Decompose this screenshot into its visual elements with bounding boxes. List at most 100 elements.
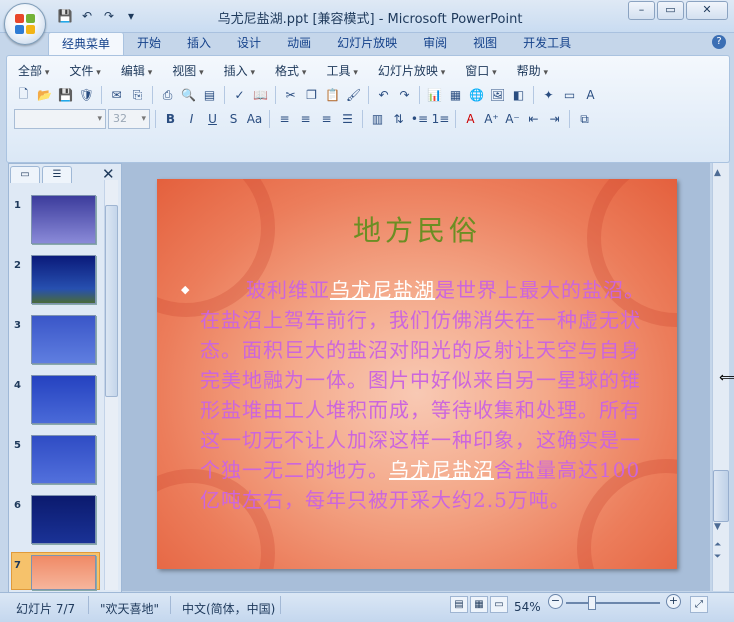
tab-home[interactable]: 开始 [124, 32, 174, 54]
copy-icon[interactable]: ❐ [302, 86, 321, 105]
office-button[interactable] [4, 3, 46, 45]
scroll-up-icon[interactable]: ▲ [714, 168, 721, 178]
hyperlink-uyuni-salt-flat[interactable]: 乌尤尼盐沼 [389, 458, 494, 482]
increase-indent-icon[interactable]: ⇥ [545, 110, 564, 129]
menu-edit[interactable]: 编辑 [111, 62, 162, 80]
hyperlink-icon[interactable]: 🌐 [467, 86, 486, 105]
customize-icon[interactable]: ▾ [122, 7, 140, 25]
save-icon[interactable]: 💾 [56, 86, 75, 105]
decrease-indent-icon[interactable]: ⇤ [524, 110, 543, 129]
language-indicator[interactable]: 中文(简体，中国) [182, 600, 275, 617]
color-grayscale-icon[interactable]: ◧ [509, 86, 528, 105]
redo-icon[interactable]: ↷ [395, 86, 414, 105]
shadow-icon[interactable]: S [224, 110, 243, 129]
maximize-button[interactable]: ▭ [657, 1, 684, 20]
help-icon[interactable]: ? [712, 35, 726, 49]
outline-tab-icon[interactable]: ☰ [42, 166, 72, 183]
menu-tools[interactable]: 工具 [316, 62, 367, 80]
tab-classic-menu[interactable]: 经典菜单 [48, 32, 125, 55]
print-preview-icon[interactable]: 🔍 [179, 86, 198, 105]
change-case-icon[interactable]: Aa [245, 110, 264, 129]
font-color-icon[interactable]: A [461, 110, 480, 129]
tab-animation[interactable]: 动画 [274, 32, 324, 54]
text-direction-icon[interactable]: ⇅ [389, 110, 408, 129]
research-icon[interactable]: 📖 [251, 86, 270, 105]
bold-icon[interactable]: B [161, 110, 180, 129]
slides-tab-icon[interactable]: ▭ [10, 166, 40, 183]
tab-review[interactable]: 审阅 [410, 32, 460, 54]
undo-icon[interactable]: ↶ [78, 7, 96, 25]
tab-design[interactable]: 设计 [224, 32, 274, 54]
underline-icon[interactable]: U [203, 110, 222, 129]
menu-all[interactable]: 全部 [8, 62, 59, 80]
menu-format[interactable]: 格式 [265, 62, 316, 80]
paste-icon[interactable]: 📋 [323, 86, 342, 105]
justify-icon[interactable]: ☰ [338, 110, 357, 129]
slide-title[interactable]: 地方民俗 [157, 209, 677, 249]
zoom-slider-knob[interactable] [588, 596, 596, 610]
chart-icon[interactable]: 📊 [425, 86, 444, 105]
tab-insert[interactable]: 插入 [174, 32, 224, 54]
menu-window[interactable]: 窗口 [455, 62, 506, 80]
vertical-scroll-thumb[interactable] [713, 470, 729, 522]
redo-icon[interactable]: ↷ [100, 7, 118, 25]
align-center-icon[interactable]: ≡ [296, 110, 315, 129]
zoom-slider[interactable] [566, 602, 660, 604]
next-slide-icon[interactable]: ⏷ [714, 552, 721, 562]
slide-canvas[interactable]: 地方民俗 ◆ 玻利维亚乌尤尼盐湖是世界上最大的盐沼。在盐沼上驾车前行，我们仿佛消… [157, 179, 677, 569]
bullets-icon[interactable]: •≡ [410, 110, 429, 129]
slide-body-text[interactable]: 玻利维亚乌尤尼盐湖是世界上最大的盐沼。在盐沼上驾车前行，我们仿佛消失在一种虚无状… [200, 275, 648, 515]
slide-thumbnail-2[interactable] [31, 255, 96, 304]
textbox-icon[interactable]: A [581, 86, 600, 105]
tab-developer[interactable]: 开发工具 [510, 32, 584, 54]
menu-view[interactable]: 视图 [162, 62, 213, 80]
close-button[interactable]: ✕ [686, 1, 728, 20]
pane-scroll-thumb[interactable] [105, 205, 118, 397]
format-painter-icon[interactable]: 🖌 [344, 86, 363, 105]
undo-icon[interactable]: ↶ [374, 86, 393, 105]
hyperlink-uyuni-lake[interactable]: 乌尤尼盐湖 [330, 278, 435, 302]
shrink-font-icon[interactable]: A⁻ [503, 110, 522, 129]
zoom-in-icon[interactable]: + [666, 594, 681, 609]
numbering-icon[interactable]: 1≡ [431, 110, 450, 129]
save-icon[interactable]: 💾 [56, 7, 74, 25]
align-left-icon[interactable]: ≡ [275, 110, 294, 129]
picture-icon[interactable]: 🖼 [488, 86, 507, 105]
italic-icon[interactable]: I [182, 110, 201, 129]
tab-view[interactable]: 视图 [460, 32, 510, 54]
menu-file[interactable]: 文件 [59, 62, 110, 80]
arrange-icon[interactable]: ⧉ [575, 110, 594, 129]
layout-icon[interactable]: ▭ [560, 86, 579, 105]
theme-name[interactable]: "欢天喜地" [100, 600, 159, 617]
zoom-out-icon[interactable]: − [548, 594, 563, 609]
align-right-icon[interactable]: ≡ [317, 110, 336, 129]
normal-view-icon[interactable]: ▤ [450, 596, 468, 613]
menu-insert[interactable]: 插入 [214, 62, 265, 80]
zoom-level[interactable]: 54% [514, 600, 541, 614]
minimize-button[interactable]: – [628, 1, 655, 20]
tab-slideshow[interactable]: 幻灯片放映 [324, 32, 410, 54]
slide-thumbnail-1[interactable] [31, 195, 96, 244]
open-icon[interactable]: 📂 [35, 86, 54, 105]
new-icon[interactable]: 🗋 [14, 86, 33, 105]
slide-thumbnail-5[interactable] [31, 435, 96, 484]
new-slide-icon[interactable]: ✦ [539, 86, 558, 105]
email-icon[interactable]: ✉ [107, 86, 126, 105]
previous-slide-icon[interactable]: ⏶ [714, 540, 721, 550]
menu-help[interactable]: 帮助 [507, 62, 558, 80]
spelling-icon[interactable]: ✓ [230, 86, 249, 105]
slide-thumbnail-6[interactable] [31, 495, 96, 544]
permission-icon[interactable]: 🛡 [77, 86, 96, 105]
print-icon[interactable]: ⎙ [158, 86, 177, 105]
grow-font-icon[interactable]: A⁺ [482, 110, 501, 129]
font-name-combo[interactable] [14, 109, 106, 129]
scroll-down-icon[interactable]: ▼ [714, 522, 721, 532]
fit-to-window-icon[interactable]: ⤢ [690, 596, 708, 613]
slide-thumbnail-4[interactable] [31, 375, 96, 424]
menu-slideshow[interactable]: 幻灯片放映 [368, 62, 455, 80]
slide-sorter-icon[interactable]: ▤ [200, 86, 219, 105]
publish-icon[interactable]: ⎘ [128, 86, 147, 105]
slide-thumbnail-7[interactable] [31, 555, 96, 590]
table-icon[interactable]: ▦ [446, 86, 465, 105]
cut-icon[interactable]: ✂ [281, 86, 300, 105]
